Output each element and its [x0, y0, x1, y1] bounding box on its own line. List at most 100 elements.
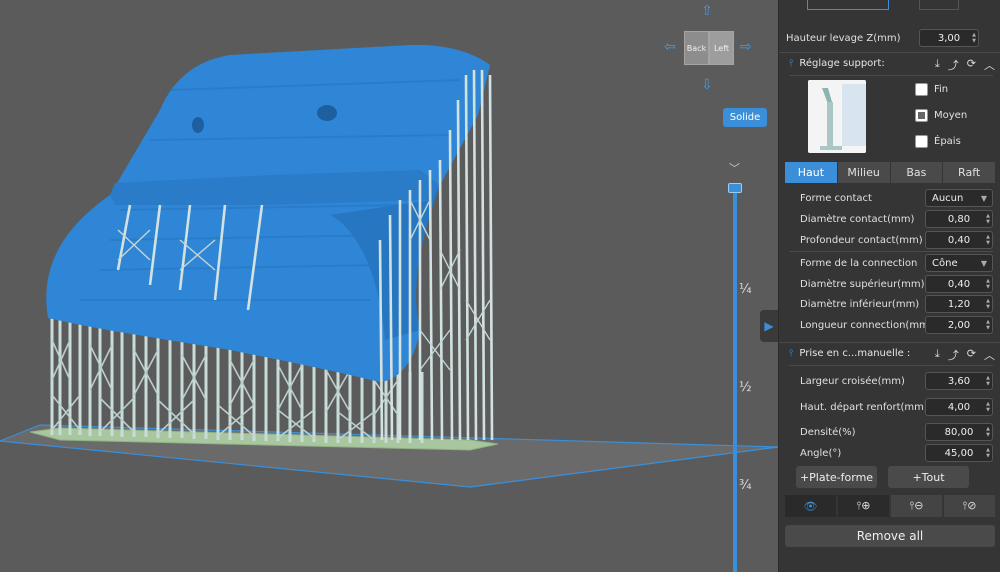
lift-height-row: Hauteur levage Z(mm) 3,00 ▲ ▼	[779, 28, 1000, 48]
divider	[789, 251, 993, 252]
import-icon[interactable]: ⤓	[935, 57, 940, 73]
thick-checkbox[interactable]	[915, 135, 928, 148]
refresh-icon[interactable]: ⟳	[967, 347, 976, 363]
spin-arrows-icon[interactable]: ▲ ▼	[986, 234, 990, 246]
thick-label: Épais	[934, 136, 961, 147]
reinforce-start-label: Haut. départ renfort(mm)	[800, 401, 928, 413]
3d-viewport[interactable]: ⇧ ⇦ ⇨ ⇩ Back Left Solide ﹀ ¼ ½ ¾ ▶	[0, 0, 778, 572]
support-preview-image	[808, 80, 866, 153]
manual-section-title: Prise en c...manuelle :	[799, 348, 911, 359]
remove-support-tool-button[interactable]: ⫯⊖	[891, 495, 942, 517]
connection-length-input[interactable]: 2,00 ▲ ▼	[925, 316, 993, 334]
fine-label: Fin	[934, 84, 949, 95]
lower-diameter-input[interactable]: 1,20 ▲ ▼	[925, 295, 993, 313]
setting-row: Angle(°) 45,00 ▲ ▼	[779, 443, 1000, 463]
cross-width-label: Largeur croisée(mm)	[800, 375, 905, 387]
spin-arrows-icon[interactable]: ▲ ▼	[972, 32, 976, 44]
collapse-icon[interactable]: ︿	[984, 347, 995, 363]
layer-slider-handle[interactable]	[728, 183, 742, 193]
export-icon[interactable]: ⤴	[948, 347, 959, 363]
spin-arrows-icon[interactable]: ▲ ▼	[986, 426, 990, 438]
export-icon[interactable]: ⤴	[948, 57, 959, 73]
edit-support-icon: ⫯⊘	[962, 499, 977, 512]
divider	[789, 365, 993, 366]
layer-slider-track[interactable]	[733, 190, 737, 572]
reinforce-start-input[interactable]: 4,00 ▲ ▼	[925, 398, 993, 416]
add-support-tool-button[interactable]: ⫯⊕	[838, 495, 889, 517]
lift-height-input[interactable]: 3,00 ▲ ▼	[919, 29, 979, 47]
tab-haut[interactable]: Haut	[785, 162, 837, 183]
cross-width-value: 3,60	[947, 375, 971, 387]
spin-arrows-icon[interactable]: ▲ ▼	[986, 278, 990, 290]
collapse-icon[interactable]: ︿	[984, 57, 995, 73]
rotate-up-icon[interactable]: ⇧	[701, 4, 713, 18]
panel-toggle-button[interactable]: ▶	[760, 310, 778, 342]
medium-label: Moyen	[934, 110, 968, 121]
add-platform-button[interactable]: +Plate-forme	[796, 466, 877, 488]
model-scene[interactable]	[0, 0, 778, 572]
divider	[789, 75, 993, 76]
chevron-right-icon: ▶	[764, 319, 774, 333]
remove-all-button[interactable]: Remove all	[785, 525, 995, 547]
view-cube-left-face[interactable]: Left	[709, 31, 734, 65]
setting-row: Haut. départ renfort(mm) 4,00 ▲ ▼	[779, 397, 1000, 417]
density-option-thick[interactable]: Épais	[915, 135, 961, 148]
density-input[interactable]: 80,00 ▲ ▼	[925, 423, 993, 441]
upper-diameter-value: 0,40	[947, 278, 971, 290]
connection-length-value: 2,00	[947, 319, 971, 331]
tab-raft[interactable]: Raft	[943, 162, 995, 183]
support-icon: ⫯	[789, 58, 794, 69]
spin-arrows-icon[interactable]: ▲ ▼	[986, 319, 990, 331]
chevron-down-icon: ▼	[980, 259, 987, 268]
chevron-down-icon: ▼	[980, 194, 987, 203]
panel-tab-stub[interactable]	[807, 0, 889, 10]
lift-height-label: Hauteur levage Z(mm)	[786, 32, 901, 44]
toggle-visibility-button[interactable]: 👁	[785, 495, 836, 517]
rotate-right-icon[interactable]: ⇨	[740, 40, 752, 54]
density-option-medium[interactable]: Moyen	[915, 109, 967, 122]
slider-tick-three-quarter: ¾	[739, 478, 752, 493]
solid-view-button[interactable]: Solide	[723, 108, 767, 127]
refresh-icon[interactable]: ⟳	[967, 57, 976, 73]
setting-row: Largeur croisée(mm) 3,60 ▲ ▼	[779, 371, 1000, 391]
contact-diameter-input[interactable]: 0,80 ▲ ▼	[925, 210, 993, 228]
support-tabs: Haut Milieu Bas Raft	[785, 162, 995, 183]
density-value: 80,00	[944, 426, 974, 438]
contact-depth-value: 0,40	[947, 234, 971, 246]
manual-support-section: ⫯ Prise en c...manuelle : ⤓ ⤴ ⟳ ︿	[779, 342, 1000, 364]
setting-row: Forme contact Aucun ▼	[779, 188, 1000, 208]
layer-slider[interactable]: ﹀ ¼ ½ ¾	[725, 158, 755, 572]
view-cube-back-face[interactable]: Back	[684, 31, 709, 65]
cross-width-input[interactable]: 3,60 ▲ ▼	[925, 372, 993, 390]
support-tool-buttons: 👁 ⫯⊕ ⫯⊖ ⫯⊘	[785, 495, 995, 517]
rotate-left-icon[interactable]: ⇦	[664, 40, 676, 54]
import-icon[interactable]: ⤓	[935, 347, 940, 363]
spin-arrows-icon[interactable]: ▲ ▼	[986, 298, 990, 310]
connection-length-label: Longueur connection(mm)	[800, 319, 933, 331]
spin-arrows-icon[interactable]: ▲ ▼	[986, 375, 990, 387]
tab-bas[interactable]: Bas	[890, 162, 943, 183]
tab-milieu[interactable]: Milieu	[837, 162, 890, 183]
contact-shape-select[interactable]: Aucun ▼	[925, 189, 993, 207]
spin-arrows-icon[interactable]: ▲ ▼	[986, 447, 990, 459]
edit-support-tool-button[interactable]: ⫯⊘	[944, 495, 995, 517]
chevron-down-icon[interactable]: ﹀	[729, 160, 740, 176]
view-cube-faces[interactable]: Back Left	[684, 31, 734, 65]
density-label: Densité(%)	[800, 426, 856, 438]
setting-row: Longueur connection(mm) 2,00 ▲ ▼	[779, 315, 1000, 335]
eye-icon: 👁	[803, 499, 818, 513]
view-cube[interactable]: ⇧ ⇦ ⇨ ⇩ Back Left	[664, 0, 754, 100]
contact-depth-input[interactable]: 0,40 ▲ ▼	[925, 231, 993, 249]
density-option-fine[interactable]: Fin	[915, 83, 948, 96]
spin-arrows-icon[interactable]: ▲ ▼	[986, 401, 990, 413]
fine-checkbox[interactable]	[915, 83, 928, 96]
rotate-down-icon[interactable]: ⇩	[701, 78, 713, 92]
panel-tab-stub-2[interactable]	[919, 0, 959, 10]
spin-arrows-icon[interactable]: ▲ ▼	[986, 213, 990, 225]
medium-checkbox[interactable]	[915, 109, 928, 122]
add-all-button[interactable]: +Tout	[888, 466, 969, 488]
upper-diameter-input[interactable]: 0,40 ▲ ▼	[925, 275, 993, 293]
contact-depth-label: Profondeur contact(mm)	[800, 234, 923, 246]
connection-shape-select[interactable]: Cône ▼	[925, 254, 993, 272]
angle-input[interactable]: 45,00 ▲ ▼	[925, 444, 993, 462]
